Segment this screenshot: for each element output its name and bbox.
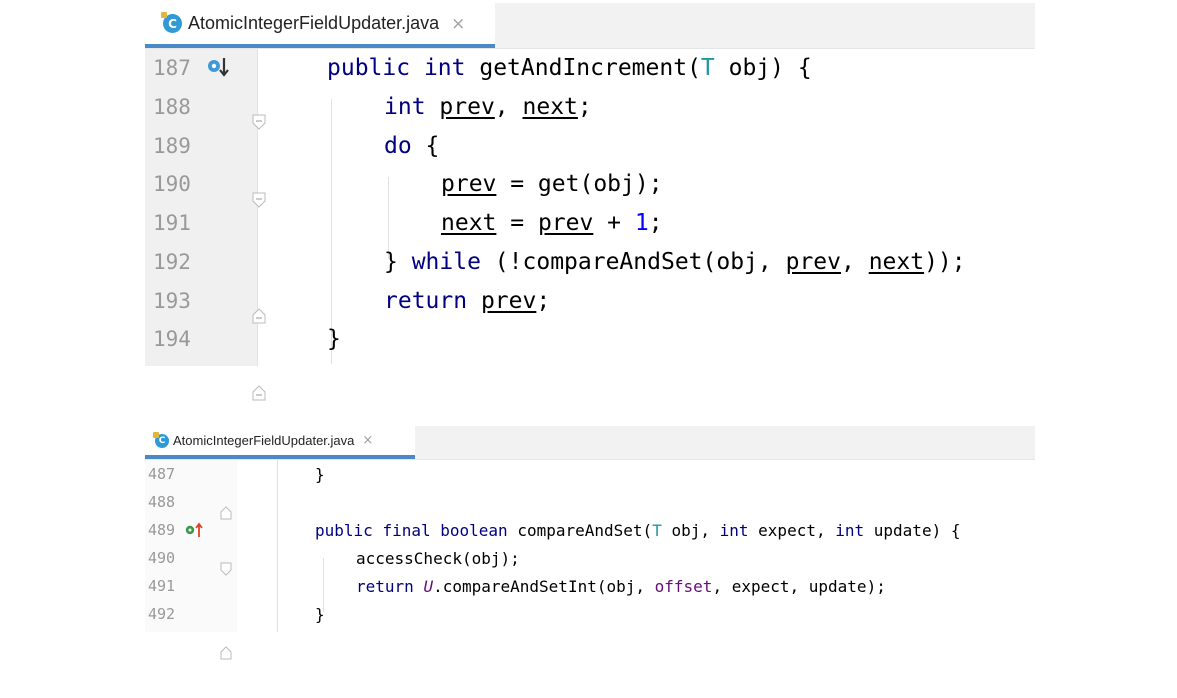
code-text: int prev, next;: [384, 94, 592, 121]
code-line: 192 } while (!compareAndSet(obj, prev, n…: [145, 243, 1035, 324]
code-text: next = prev + 1;: [441, 210, 663, 237]
close-icon[interactable]: ×: [362, 433, 373, 448]
code-editor[interactable]: 187 public int getAndIncrement(T obj) { …: [145, 49, 1035, 401]
code-text: public final boolean compareAndSet(T obj…: [315, 520, 961, 540]
code-line: 193 return prev;: [145, 281, 1035, 320]
fold-end-icon[interactable]: [252, 256, 266, 324]
code-text: }: [315, 604, 325, 624]
editor-tab[interactable]: C AtomicIntegerFieldUpdater.java ×: [145, 426, 415, 459]
class-icon: C: [161, 12, 182, 33]
line-number: 189: [153, 133, 191, 158]
implements-method-icon[interactable]: [207, 57, 233, 79]
line-number: 491: [148, 577, 176, 595]
code-line: 487 }: [145, 460, 1035, 520]
tab-filename: AtomicIntegerFieldUpdater.java: [173, 433, 355, 448]
code-text: return U.compareAndSetInt(obj, offset, e…: [356, 576, 886, 596]
editor-tab[interactable]: C AtomicIntegerFieldUpdater.java ×: [145, 3, 495, 48]
tab-filename: AtomicIntegerFieldUpdater.java: [188, 13, 440, 33]
fold-end-icon[interactable]: [220, 608, 232, 660]
top-editor-pane: C AtomicIntegerFieldUpdater.java × 187 p…: [145, 3, 1035, 401]
code-line: 189 do {: [145, 126, 1035, 208]
line-number: 188: [153, 95, 191, 120]
line-number: 193: [153, 288, 191, 313]
line-number: 191: [153, 211, 191, 236]
fold-start-icon[interactable]: [220, 524, 232, 576]
code-editor[interactable]: 487 } 488 489 public final boolean compa…: [145, 460, 1035, 660]
code-text: }: [327, 326, 341, 353]
code-line: 190 prev = get(obj);: [145, 165, 1035, 204]
close-icon[interactable]: ×: [451, 14, 465, 34]
code-text: }: [315, 464, 325, 484]
bottom-editor-pane: C AtomicIntegerFieldUpdater.java × 487 }…: [145, 426, 1035, 660]
class-icon: C: [153, 431, 169, 448]
code-text: prev = get(obj);: [441, 171, 663, 198]
code-text: } while (!compareAndSet(obj, prev, next)…: [384, 248, 966, 275]
fold-end-icon[interactable]: [252, 333, 266, 401]
code-line: 490 accessCheck(obj);: [145, 544, 1035, 572]
code-line: 188 int prev, next;: [145, 88, 1035, 127]
code-line: 492 }: [145, 600, 1035, 660]
code-line: 194 }: [145, 320, 1035, 401]
fold-start-icon[interactable]: [252, 140, 266, 208]
line-number: 492: [148, 605, 176, 623]
code-text: public int getAndIncrement(T obj) {: [327, 55, 812, 82]
fold-start-icon[interactable]: [252, 62, 266, 131]
editor-tab-bar: C AtomicIntegerFieldUpdater.java ×: [145, 3, 1035, 49]
fold-end-icon[interactable]: [220, 468, 232, 520]
code-line: 191 next = prev + 1;: [145, 204, 1035, 243]
editor-tab-bar: C AtomicIntegerFieldUpdater.java ×: [145, 426, 1035, 460]
code-line: 488: [145, 488, 1035, 516]
overrides-method-icon[interactable]: [185, 522, 205, 538]
line-number: 190: [153, 172, 191, 197]
code-line: 491 return U.compareAndSetInt(obj, offse…: [145, 572, 1035, 600]
line-number: 487: [148, 465, 176, 483]
line-number: 489: [148, 521, 176, 539]
line-number: 187: [153, 56, 191, 81]
code-text: accessCheck(obj);: [356, 548, 520, 568]
line-number: 192: [153, 249, 191, 274]
line-number: 490: [148, 549, 176, 567]
code-line: 489 public final boolean compareAndSet(T…: [145, 516, 1035, 576]
line-number: 488: [148, 493, 176, 511]
code-line: 187 public int getAndIncrement(T obj) {: [145, 49, 1035, 131]
code-text: do {: [384, 132, 440, 159]
code-text: return prev;: [384, 287, 551, 314]
line-number: 194: [153, 327, 191, 352]
